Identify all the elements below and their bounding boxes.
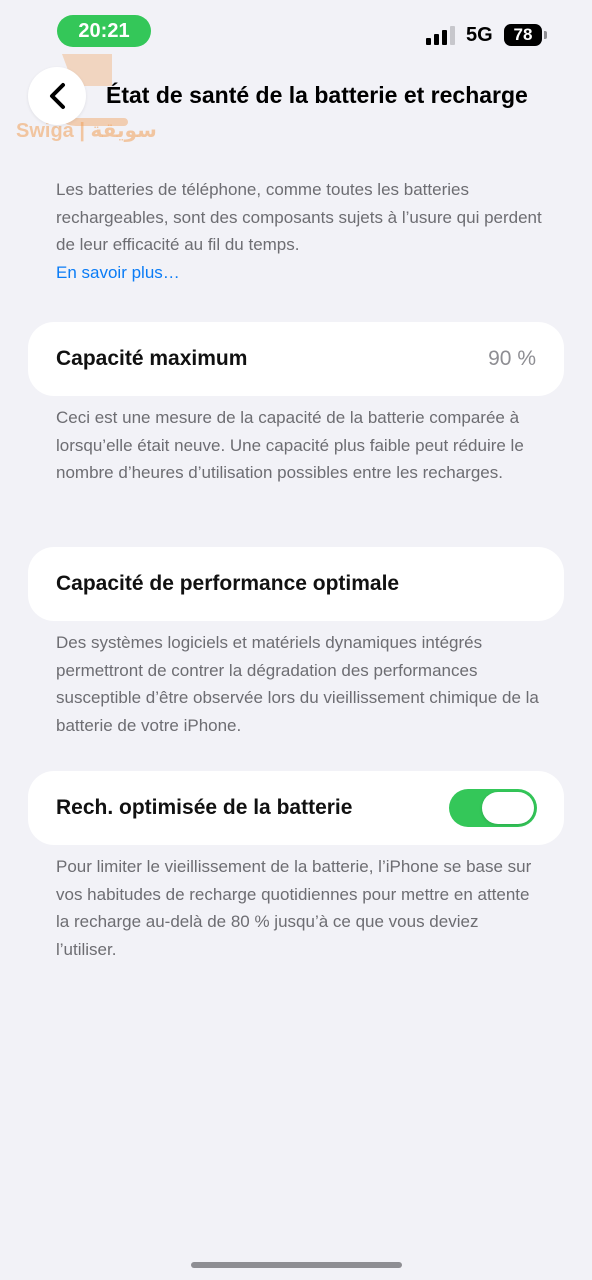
watermark-text: Swiga | سويقة	[16, 120, 157, 142]
max-capacity-value: 90 %	[488, 347, 536, 370]
intro-text-block: Les batteries de téléphone, comme toutes…	[56, 176, 556, 286]
optimized-charging-label: Rech. optimisée de la batterie	[56, 796, 353, 819]
learn-more-link[interactable]: En savoir plus…	[56, 259, 556, 287]
performance-label: Capacité de performance optimale	[56, 572, 400, 595]
signal-icon	[426, 26, 455, 45]
battery-icon: 78	[504, 24, 547, 46]
optimized-charging-row: Rech. optimisée de la batterie	[28, 771, 564, 845]
screen: 20:21 5G 78 Swiga | سويقة État de santé …	[0, 0, 592, 1280]
back-chevron-icon	[50, 83, 65, 109]
optimized-charging-toggle[interactable]	[449, 789, 537, 827]
max-capacity-footer: Ceci est une mesure de la capacité de la…	[56, 408, 524, 482]
performance-row: Capacité de performance optimale	[28, 547, 564, 621]
status-time: 20:21	[57, 15, 151, 47]
max-capacity-label: Capacité maximum	[56, 347, 248, 370]
intro-text: Les batteries de téléphone, comme toutes…	[56, 180, 542, 254]
max-capacity-row: Capacité maximum 90 %	[28, 322, 564, 396]
back-button[interactable]	[28, 67, 86, 125]
toggle-knob	[482, 792, 534, 824]
network-label: 5G	[466, 24, 493, 46]
page-title: État de santé de la batterie et recharge	[106, 82, 528, 108]
home-indicator[interactable]	[191, 1262, 402, 1268]
optimized-charging-footer: Pour limiter le vieillissement de la bat…	[56, 857, 532, 959]
performance-footer: Des systèmes logiciels et matériels dyna…	[56, 633, 539, 735]
